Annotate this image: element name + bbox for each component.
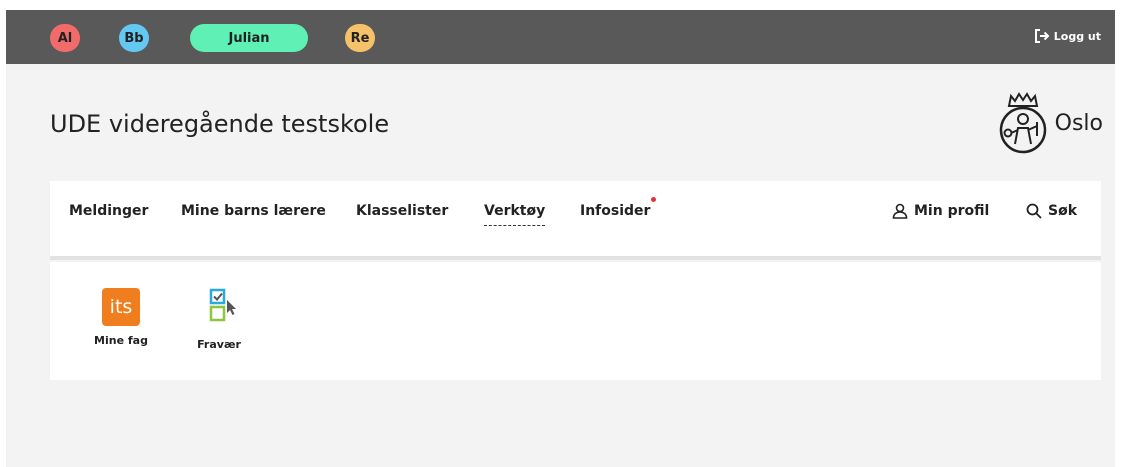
child-switcher-al[interactable]: Al (50, 24, 80, 52)
nav-item-verktoy[interactable]: Verktøy (484, 203, 546, 226)
tools-panel: its Mine fag Fravær (50, 262, 1101, 380)
notification-dot (651, 197, 657, 202)
nav-item-label: Klasselister (356, 203, 449, 219)
its-icon-text: its (109, 296, 133, 318)
nav-item-meldinger[interactable]: Meldinger (69, 203, 148, 219)
tool-label: Mine fag (94, 334, 148, 347)
child-switcher-bb[interactable]: Bb (119, 24, 149, 52)
nav-item-label: Meldinger (69, 203, 149, 219)
logout-button[interactable]: Logg ut (1034, 29, 1101, 43)
oslo-text: Oslo (1054, 110, 1103, 136)
nav-item-mine-barns-laerere[interactable]: Mine barns lærere (181, 203, 326, 219)
nav-item-label: Mine barns lærere (181, 203, 326, 219)
tool-fravaer[interactable]: Fravær (184, 288, 254, 351)
app-frame: Al Bb Julian Re Logg ut UDE videregående… (6, 10, 1115, 467)
checkbox-cursor-icon (209, 288, 236, 322)
nav-item-klasselister[interactable]: Klasselister (356, 203, 448, 219)
search-button[interactable]: Søk (1026, 203, 1077, 219)
top-bar: Al Bb Julian Re Logg ut (6, 10, 1115, 64)
child-switcher-julian[interactable]: Julian (190, 24, 308, 52)
min-profil-label: Min profil (914, 203, 990, 219)
tool-mine-fag[interactable]: its Mine fag (86, 288, 156, 347)
child-label: Al (57, 30, 73, 46)
min-profil-button[interactable]: Min profil (892, 203, 989, 219)
logout-label: Logg ut (1053, 29, 1101, 43)
page-title: UDE videregående testskole (50, 110, 390, 138)
nav-item-label: Infosider (580, 203, 651, 219)
its-icon: its (102, 288, 140, 326)
main-nav: Meldinger Mine barns lærere Klasselister… (50, 181, 1101, 260)
logout-arrow-icon (1034, 29, 1050, 43)
search-label: Søk (1048, 203, 1078, 219)
nav-item-label: Verktøy (484, 203, 546, 219)
child-label: Bb (124, 30, 144, 46)
person-icon (892, 203, 908, 219)
tool-label: Fravær (197, 338, 241, 351)
oslo-seal-icon (999, 92, 1046, 154)
child-switcher-re[interactable]: Re (345, 24, 375, 52)
active-tab-underline (484, 225, 546, 226)
search-icon (1026, 203, 1042, 219)
child-label: Re (350, 30, 370, 46)
child-label: Julian (228, 30, 270, 46)
oslo-logo: Oslo (997, 92, 1103, 154)
nav-item-infosider[interactable]: Infosider (580, 197, 657, 219)
